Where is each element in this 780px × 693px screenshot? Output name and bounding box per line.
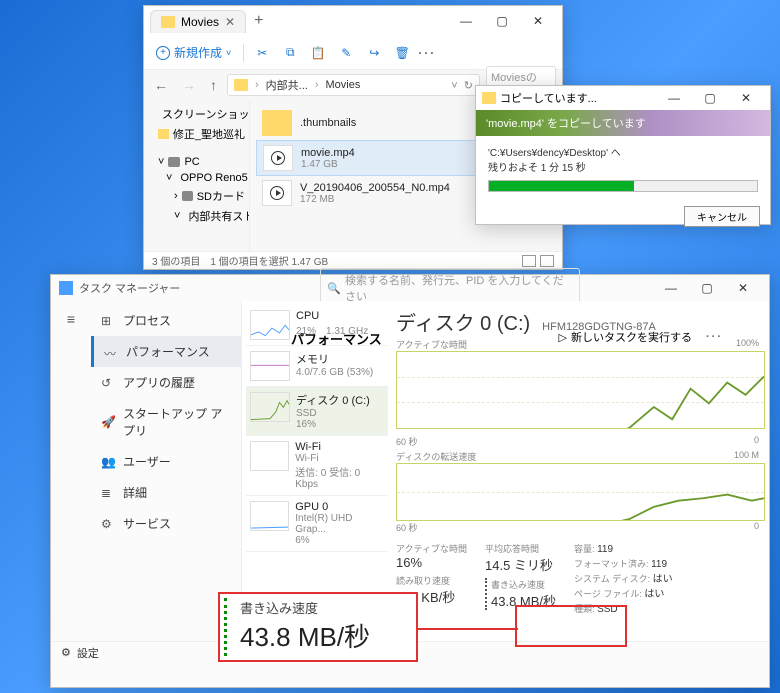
address-bar[interactable]: › 内部共... › Movies ˅ ↻: [227, 74, 480, 96]
nav-startup[interactable]: 🚀スタートアップ アプリ: [91, 398, 241, 446]
add-tab-button[interactable]: +: [254, 12, 263, 30]
copy-remaining: 残りおよそ 1 分 15 秒: [488, 159, 758, 174]
nav-services[interactable]: ⚙サービス: [91, 508, 241, 539]
copy-title-text: コピーしています...: [500, 90, 597, 106]
settings-link[interactable]: 設定: [77, 645, 99, 661]
maximize-button[interactable]: ▢: [692, 84, 728, 112]
video-icon: [262, 180, 292, 206]
explorer-tab[interactable]: Movies ✕: [150, 10, 246, 33]
explorer-titlebar[interactable]: Movies ✕ + — ▢ ✕: [144, 6, 562, 36]
more-icon[interactable]: ···: [418, 46, 436, 60]
status-bar: 3 個の項目 1 個の項目を選択 1.47 GB: [144, 251, 562, 269]
taskmgr-titlebar[interactable]: タスク マネージャー 🔍 検索する名前、発行元、PID を入力してください — …: [51, 275, 769, 301]
path-segment[interactable]: Movies: [326, 79, 361, 91]
perf-heading: パフォーマンス: [291, 329, 382, 348]
active-time-chart: [396, 351, 765, 429]
path-segment[interactable]: 内部共...: [266, 77, 308, 93]
rename-icon[interactable]: ✎: [334, 41, 358, 65]
disk-stats: アクティブな時間16% 読み取り速度108 KB/秒 平均応答時間14.5 ミリ…: [396, 542, 765, 617]
gear-icon[interactable]: ⚙: [61, 646, 71, 659]
tab-title: Movies: [181, 15, 219, 29]
paste-icon[interactable]: 📋: [306, 41, 330, 65]
forward-button[interactable]: →: [178, 77, 200, 93]
annotation-connector: [418, 628, 518, 630]
tree-item-internal[interactable]: ˅ 内部共有スト: [144, 206, 249, 226]
callout-value: 43.8 MB/秒: [240, 617, 406, 654]
maximize-button[interactable]: ▢: [689, 274, 725, 302]
tree-item-sdcard[interactable]: › SDカード: [144, 186, 249, 206]
maximize-button[interactable]: ▢: [484, 7, 520, 35]
tree-item-pc[interactable]: ˅ PC: [144, 154, 249, 170]
nav-details[interactable]: ≣詳細: [91, 477, 241, 508]
copy-destination: 'C:¥Users¥dency¥Desktop' へ: [488, 144, 758, 159]
tree-item[interactable]: スクリーンショット: [144, 104, 249, 124]
nav-history[interactable]: ↺アプリの履歴: [91, 367, 241, 398]
minimize-button[interactable]: —: [448, 7, 484, 35]
new-button[interactable]: +新規作成˅: [150, 40, 237, 65]
mini-gpu[interactable]: GPU 0Intel(R) UHD Grap...6%: [246, 496, 388, 552]
close-button[interactable]: ✕: [520, 7, 556, 35]
callout-label: 書き込み速度: [240, 598, 406, 617]
tree-item[interactable]: 修正_聖地巡礼: [144, 124, 249, 144]
perf-minilist[interactable]: CPU21% 1.31 GHz メモリ4.0/7.6 GB (53%) ディスク…: [242, 301, 392, 641]
progress-bar: [488, 180, 758, 192]
mini-memory[interactable]: メモリ4.0/7.6 GB (53%): [246, 346, 388, 387]
disk-model: HFM128GDGTNG-87A: [542, 321, 656, 333]
hamburger-icon[interactable]: ≡: [57, 305, 85, 333]
item-count: 3 個の項目: [152, 253, 200, 268]
nav-performance[interactable]: 〰パフォーマンス: [91, 336, 241, 367]
cut-icon[interactable]: ✂: [250, 41, 274, 65]
minimize-button[interactable]: —: [656, 84, 692, 112]
copy-icon[interactable]: ⧉: [278, 41, 302, 65]
cancel-button[interactable]: キャンセル: [684, 206, 760, 227]
folder-icon: [262, 110, 292, 136]
video-icon: [263, 145, 293, 171]
folder-icon: [234, 79, 248, 91]
mini-disk[interactable]: ディスク 0 (C:)SSD16%: [246, 387, 388, 436]
minimize-button[interactable]: —: [653, 274, 689, 302]
close-tab-icon[interactable]: ✕: [225, 15, 235, 29]
copy-dialog: コピーしています... — ▢ ✕ 'movie.mp4' をコピーしています …: [475, 85, 771, 225]
taskmgr-iconbar: ≡: [51, 301, 91, 641]
selection-info: 1 個の項目を選択 1.47 GB: [210, 253, 328, 268]
nav-users[interactable]: 👥ユーザー: [91, 446, 241, 477]
transfer-rate-chart: [396, 463, 765, 521]
tree-item-device[interactable]: ˅ OPPO Reno5 A: [144, 170, 249, 186]
taskmgr-icon: [59, 281, 73, 295]
taskmgr-main: パフォーマンス ▷ 新しいタスクを実行する ··· CPU21% 1.31 GH…: [241, 301, 769, 641]
copy-header: 'movie.mp4' をコピーしています: [476, 110, 770, 136]
detail-view-icon[interactable]: [540, 255, 554, 267]
nav-tree[interactable]: スクリーンショット 修正_聖地巡礼 ˅ PC ˅ OPPO Reno5 A › …: [144, 100, 250, 251]
close-button[interactable]: ✕: [725, 274, 761, 302]
disk-title: ディスク 0 (C:): [396, 307, 530, 336]
back-button[interactable]: ←: [150, 77, 172, 93]
taskmgr-sidebar: ⊞プロセス 〰パフォーマンス ↺アプリの履歴 🚀スタートアップ アプリ 👥ユーザ…: [91, 301, 241, 641]
taskmgr-title: タスク マネージャー: [79, 280, 180, 296]
mini-wifi[interactable]: Wi-FiWi-Fi送信: 0 受信: 0 Kbps: [246, 436, 388, 496]
folder-icon: [161, 16, 175, 28]
up-button[interactable]: ↑: [206, 77, 221, 93]
delete-icon[interactable]: 🗑: [390, 41, 414, 65]
list-view-icon[interactable]: [522, 255, 536, 267]
close-button[interactable]: ✕: [728, 84, 764, 112]
folder-icon: [482, 92, 496, 104]
explorer-toolbar: +新規作成˅ ✂ ⧉ 📋 ✎ ↪ 🗑 ···: [144, 36, 562, 70]
nav-processes[interactable]: ⊞プロセス: [91, 305, 241, 336]
copy-titlebar[interactable]: コピーしています... — ▢ ✕: [476, 86, 770, 110]
annotation-callout: 書き込み速度 43.8 MB/秒: [218, 592, 418, 662]
disk-detail-panel: ディスク 0 (C:)HFM128GDGTNG-87A アクティブな時間100%…: [392, 301, 769, 641]
share-icon[interactable]: ↪: [362, 41, 386, 65]
